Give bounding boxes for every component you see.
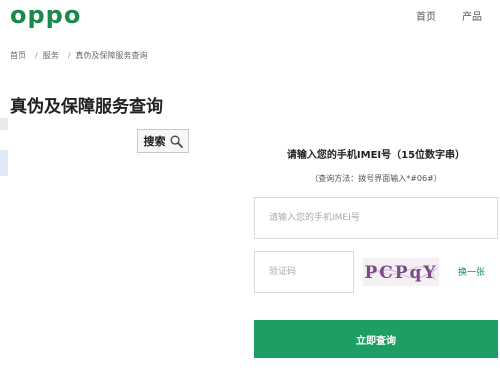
captcha-text: PCPqY <box>364 263 437 283</box>
page-title: 真伪及保障服务查询 <box>10 97 163 117</box>
oppo-logo[interactable]: oppo <box>10 1 81 29</box>
nav-home[interactable]: 首页 <box>416 8 436 23</box>
left-strip-block <box>0 118 8 130</box>
search-button-label: 搜索 <box>143 135 166 148</box>
imei-prompt: 请输入您的手机IMEI号（15位数字串） <box>286 150 466 161</box>
search-icon <box>170 135 183 148</box>
captcha-image[interactable]: PCPqY <box>363 258 439 286</box>
breadcrumb-separator: / <box>35 51 38 60</box>
imei-input[interactable] <box>254 197 498 239</box>
breadcrumb: 首页 / 服务 / 真伪及保障服务查询 <box>10 50 151 61</box>
breadcrumb-separator: / <box>67 51 71 60</box>
verification-code-input[interactable] <box>254 251 354 293</box>
refresh-captcha-link[interactable]: 换一张 <box>458 265 485 278</box>
site-header: oppo 首页 产品 <box>0 0 500 30</box>
search-button[interactable]: 搜索 <box>137 129 189 153</box>
left-strip-block <box>0 150 8 176</box>
breadcrumb-home[interactable]: 首页 <box>10 51 26 60</box>
imei-hint: （查询方法：拨号界面输入*#06#） <box>310 174 442 183</box>
breadcrumb-current: 真伪及保障服务查询 <box>75 51 148 60</box>
submit-query-button[interactable]: 立即查询 <box>254 320 498 358</box>
nav-products[interactable]: 产品 <box>462 8 482 23</box>
breadcrumb-service[interactable]: 服务 <box>43 51 59 60</box>
